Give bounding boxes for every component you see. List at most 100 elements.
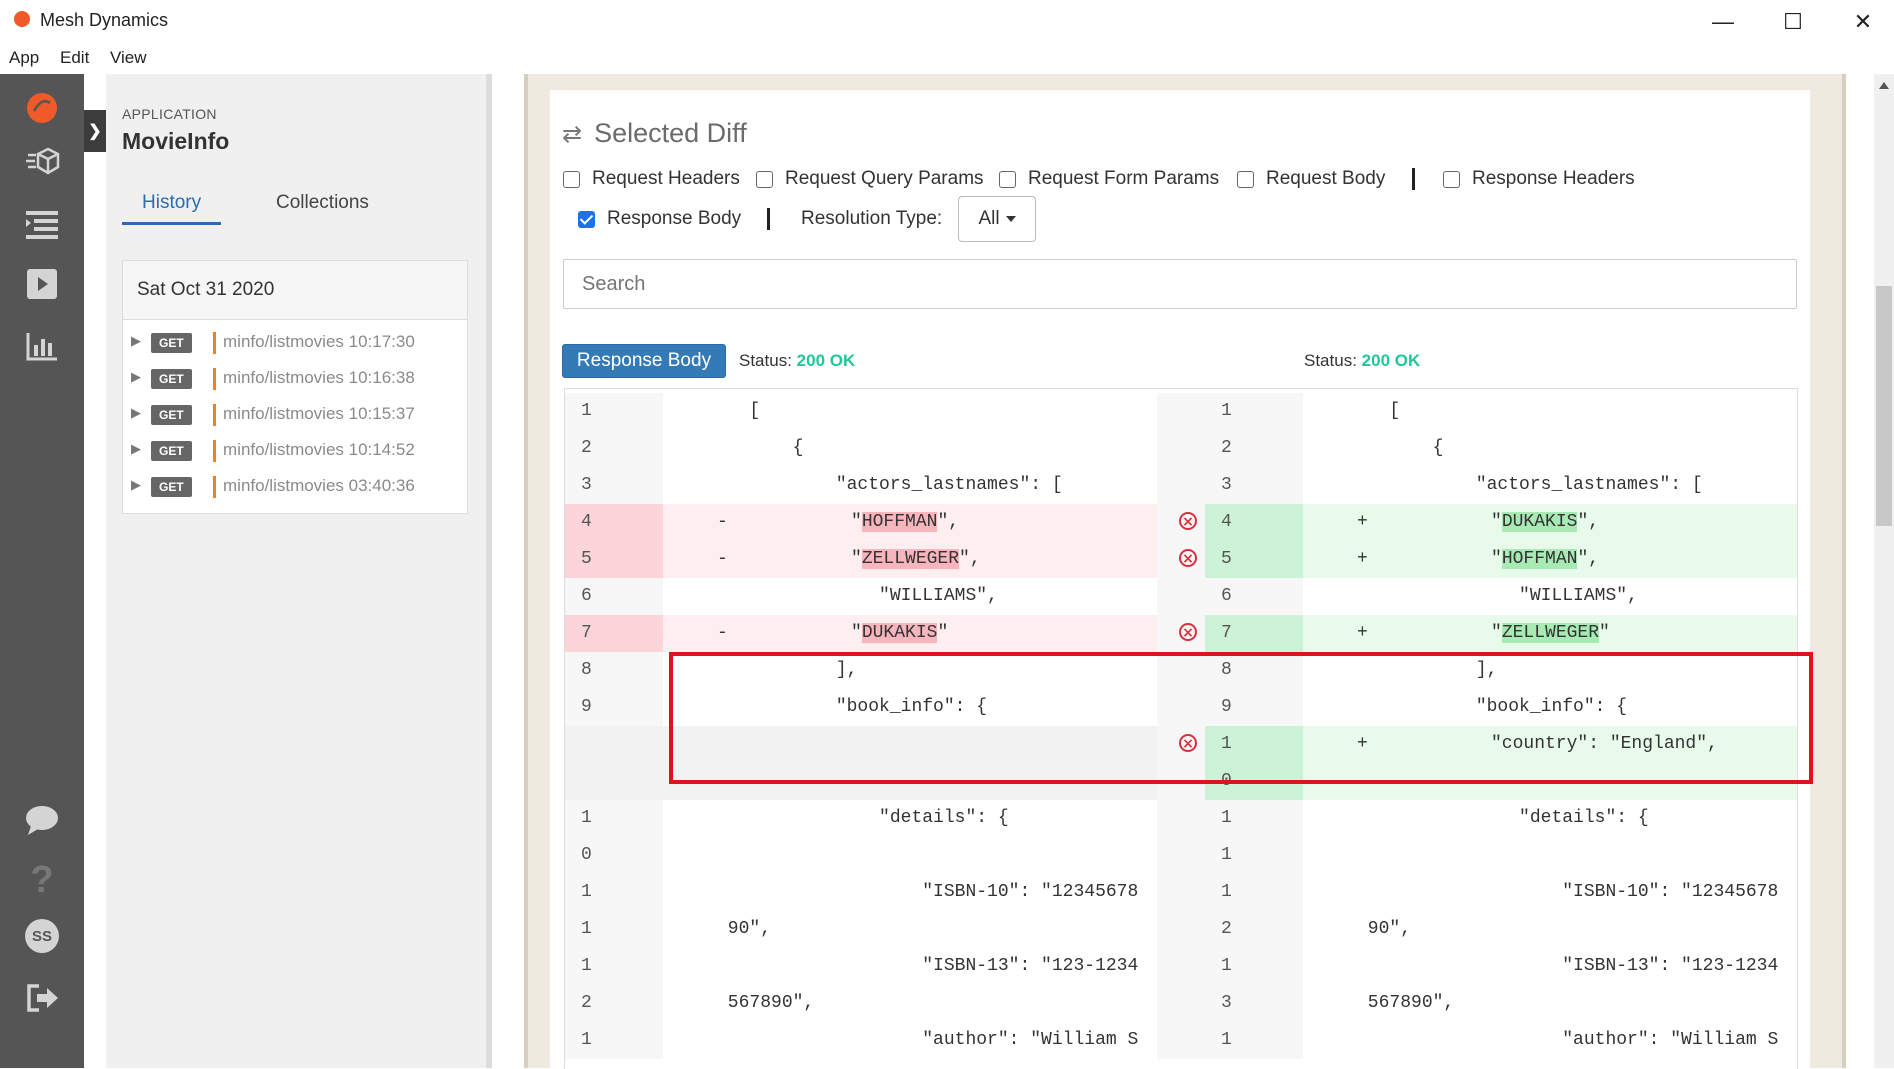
- history-item[interactable]: ▶ GET minfo/listmovies 10:16:38: [123, 363, 467, 399]
- menu-view[interactable]: View: [110, 48, 147, 68]
- diff-row: 1 "details": {1 "details": {: [565, 800, 1797, 837]
- removed-token: HOFFMAN: [861, 512, 938, 532]
- diff-gutter: [1157, 467, 1205, 504]
- tab-collections[interactable]: Collections: [256, 184, 389, 222]
- reject-x-icon[interactable]: ×: [1179, 549, 1197, 567]
- checkbox[interactable]: [563, 170, 580, 188]
- list-icon[interactable]: [22, 204, 62, 244]
- left-line-number: 4: [565, 504, 663, 541]
- method-badge: GET: [151, 405, 192, 425]
- right-line-number: 1: [1205, 1022, 1303, 1059]
- history-path[interactable]: minfo/listmovies 10:17:30: [223, 332, 415, 352]
- selected-diff-title: Selected Diff: [594, 118, 747, 148]
- history-item[interactable]: ▶ GET minfo/listmovies 10:15:37: [123, 399, 467, 435]
- right-line-number: 1: [1205, 800, 1303, 837]
- history-path[interactable]: minfo/listmovies 10:16:38: [223, 368, 415, 388]
- maximize-button[interactable]: ☐: [1764, 4, 1822, 40]
- filter-request-body[interactable]: Request Body: [1237, 168, 1385, 190]
- expand-arrow-icon[interactable]: ▶: [131, 405, 141, 421]
- chevron-right-icon: ❯: [88, 123, 102, 140]
- close-button[interactable]: ✕: [1834, 4, 1892, 40]
- right-code: [1303, 837, 1797, 874]
- right-code: [: [1303, 393, 1797, 430]
- code-text: "ISBN-10": "12345678: [1303, 882, 1779, 902]
- resolution-type-select[interactable]: All: [958, 196, 1036, 242]
- filter-response-headers[interactable]: Response Headers: [1443, 168, 1635, 190]
- code-text: "details": {: [663, 808, 1009, 828]
- chat-icon[interactable]: [22, 800, 62, 840]
- method-badge: GET: [151, 333, 192, 353]
- status-value: 200 OK: [1361, 351, 1421, 370]
- history-item[interactable]: ▶ GET minfo/listmovies 10:17:30: [123, 327, 467, 363]
- play-icon[interactable]: [22, 264, 62, 304]
- scroll-up-icon[interactable]: [1879, 82, 1889, 89]
- scroll-thumb[interactable]: [1876, 286, 1892, 526]
- diff-gutter: [1157, 837, 1205, 874]
- diff-gutter: [1157, 911, 1205, 948]
- code-text: ",: [1577, 549, 1600, 569]
- title-bar: Mesh Dynamics — ☐ ✕: [0, 0, 1894, 44]
- history-path[interactable]: minfo/listmovies 03:40:36: [223, 476, 415, 496]
- search-input[interactable]: [563, 259, 1797, 309]
- scrollbar[interactable]: [1874, 74, 1894, 1068]
- diff-gutter: [1157, 948, 1205, 985]
- left-line-number: 1: [565, 874, 663, 911]
- expand-arrow-icon[interactable]: ▶: [131, 477, 141, 493]
- right-line-number: 4: [1205, 504, 1303, 541]
- code-text: ",: [937, 512, 960, 532]
- left-line-number: [565, 726, 663, 763]
- filter-request-query-params[interactable]: Request Query Params: [756, 168, 984, 190]
- left-line-number: 1: [565, 393, 663, 430]
- history-path[interactable]: minfo/listmovies 10:14:52: [223, 440, 415, 460]
- code-text: "WILLIAMS",: [663, 586, 998, 606]
- added-token: DUKAKIS: [1501, 512, 1578, 532]
- history-date[interactable]: Sat Oct 31 2020: [123, 261, 467, 320]
- checkbox-checked[interactable]: [578, 210, 595, 228]
- help-icon[interactable]: ?: [22, 859, 62, 901]
- reject-x-icon[interactable]: ×: [1179, 623, 1197, 641]
- left-line-number: 7: [565, 615, 663, 652]
- left-code: {: [663, 430, 1157, 467]
- diff-sign-plus: +: [1357, 549, 1368, 569]
- left-line-number: 6: [565, 578, 663, 615]
- code-text: [: [663, 401, 761, 421]
- checkbox[interactable]: [999, 170, 1016, 188]
- tab-history[interactable]: History: [122, 184, 222, 225]
- diff-row: 1 "ISBN-10": "12345678 1 "ISBN-10": "1234…: [565, 874, 1797, 911]
- checkbox[interactable]: [1443, 170, 1460, 188]
- collapse-sidebar-button[interactable]: ❯: [84, 110, 106, 152]
- history-path[interactable]: minfo/listmovies 10:15:37: [223, 404, 415, 424]
- reject-x-icon[interactable]: ×: [1179, 512, 1197, 530]
- avatar[interactable]: SS: [22, 916, 62, 956]
- checkbox[interactable]: [756, 170, 773, 188]
- expand-arrow-icon[interactable]: ▶: [131, 369, 141, 385]
- expand-arrow-icon[interactable]: ▶: [131, 333, 141, 349]
- code-text: "HOFFMAN",: [851, 504, 959, 541]
- diff-row: 1 "author": "William S1 "author": "Willi…: [565, 1022, 1797, 1059]
- mesh-logo-icon[interactable]: [22, 88, 62, 128]
- diff-row: 2 567890", 3 567890",: [565, 985, 1797, 1022]
- filter-request-form-params[interactable]: Request Form Params: [999, 168, 1219, 190]
- analytics-icon[interactable]: [22, 326, 62, 366]
- menu-app[interactable]: App: [9, 48, 39, 68]
- checkbox[interactable]: [1237, 170, 1254, 188]
- history-item[interactable]: ▶ GET minfo/listmovies 03:40:36: [123, 471, 467, 507]
- left-code: - "HOFFMAN",: [663, 504, 1157, 541]
- history-item[interactable]: ▶ GET minfo/listmovies 10:14:52: [123, 435, 467, 471]
- left-code: [: [663, 393, 1157, 430]
- menu-bar: App Edit View: [0, 44, 1894, 74]
- services-cube-icon[interactable]: [22, 142, 62, 182]
- logout-icon[interactable]: [22, 978, 62, 1018]
- code-text: "ZELLWEGER": [1491, 615, 1610, 652]
- code-text: "author": "William S: [1303, 1030, 1779, 1050]
- filter-request-headers[interactable]: Request Headers: [563, 168, 740, 190]
- expand-arrow-icon[interactable]: ▶: [131, 441, 141, 457]
- menu-edit[interactable]: Edit: [60, 48, 89, 68]
- left-line-number: 1: [565, 911, 663, 948]
- diff-row: 01: [565, 837, 1797, 874]
- minimize-button[interactable]: —: [1694, 4, 1752, 40]
- diff-row: 3 "actors_lastnames": [3 "actors_lastnam…: [565, 467, 1797, 504]
- filter-response-body[interactable]: Response Body: [578, 208, 741, 230]
- response-body-button[interactable]: Response Body: [562, 344, 726, 378]
- filter-label: Request Form Params: [1028, 168, 1220, 189]
